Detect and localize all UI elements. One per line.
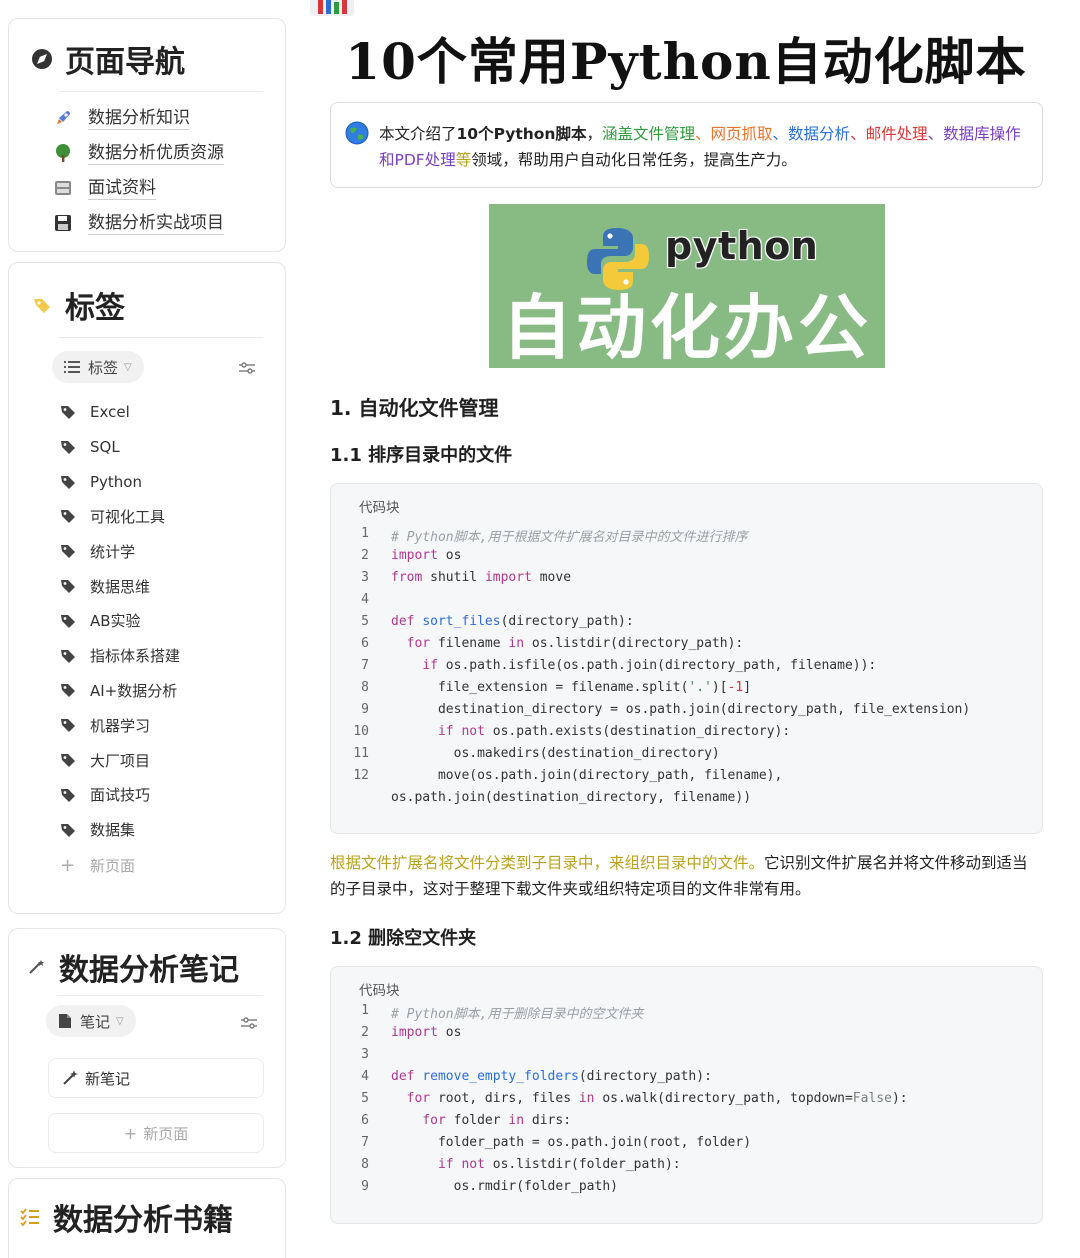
tag-item[interactable]: 面试技巧: [60, 783, 150, 807]
page-title: 10个常用Python自动化脚本: [345, 32, 1027, 91]
rocket-icon: [52, 108, 74, 128]
tag-item[interactable]: 数据集: [60, 818, 135, 842]
tag-item[interactable]: 指标体系搭建: [60, 644, 180, 668]
magic-wand-icon: [23, 958, 49, 976]
tags-title: 标签: [29, 283, 125, 327]
notes-new-page-button[interactable]: + 新页面: [48, 1113, 264, 1153]
nav-item-practical-projects[interactable]: 数据分析实战项目: [52, 211, 224, 235]
code-block-language-label: 代码块: [359, 500, 400, 516]
tag-icon: [60, 404, 80, 420]
tag-item[interactable]: 统计学: [60, 539, 135, 563]
tags-new-page-button[interactable]: + 新页面: [60, 853, 135, 877]
tag-item[interactable]: AI+数据分析: [60, 678, 177, 702]
tag-label: 可视化工具: [90, 507, 166, 526]
tag-label: Python: [90, 472, 142, 491]
globe-icon: [345, 121, 369, 149]
tag-label: AI+数据分析: [90, 681, 178, 700]
tag-icon: [60, 508, 80, 524]
tag-yellow-icon: [29, 295, 55, 315]
chevron-down-icon: ▽: [116, 1015, 124, 1027]
tag-label: Excel: [90, 403, 130, 421]
code-block-remove-empty-folders[interactable]: 代码块 1 # Python脚本,用于删除目录中的空文件夹 2 import o…: [330, 966, 1043, 1224]
tag-icon: [60, 439, 80, 455]
notes-filter-settings-icon[interactable]: [240, 1015, 258, 1031]
chevron-down-icon: ▽: [124, 361, 132, 373]
tag-icon: [60, 578, 80, 594]
nav-item-interview-materials[interactable]: 面试资料: [52, 176, 156, 200]
tag-icon: [60, 787, 80, 803]
tag-item[interactable]: 机器学习: [60, 713, 150, 737]
notes-title: 数据分析笔记: [23, 945, 239, 989]
description-paragraph: 根据文件扩展名将文件分类到子目录中，来组织目录中的文件。它识别文件扩展名并将文件…: [330, 854, 1028, 898]
page-nav-title: 页面导航: [29, 37, 185, 81]
sparkle-wand-icon: [61, 1069, 79, 1087]
tag-label: 机器学习: [90, 716, 151, 735]
notes-view-selector[interactable]: 笔记 ▽: [46, 1005, 136, 1037]
tag-icon: [60, 543, 80, 559]
tag-label: SQL: [90, 437, 120, 456]
plus-icon: +: [60, 854, 76, 876]
section-heading-1: 1. 自动化文件管理: [330, 396, 499, 420]
section-heading-1-1: 1.1 排序目录中的文件: [330, 445, 513, 466]
tag-item[interactable]: 数据思维: [60, 574, 150, 598]
tags-view-selector[interactable]: 标签 ▽: [52, 351, 144, 383]
tag-item[interactable]: AB实验: [60, 609, 141, 633]
section-heading-1-2: 1.2 删除空文件夹: [330, 928, 477, 949]
tag-label: 面试技巧: [90, 786, 151, 805]
summary-text: 本文介绍了10个Python脚本，涵盖文件管理、网页抓取、数据分析、邮件处理、数…: [379, 125, 1021, 169]
tag-item[interactable]: 大厂项目: [60, 748, 150, 772]
list-icon: [64, 360, 80, 374]
tag-item[interactable]: Excel: [60, 400, 130, 424]
tag-icon: [60, 717, 80, 733]
new-note-button[interactable]: 新笔记: [48, 1058, 264, 1098]
tag-icon: [60, 613, 80, 629]
tag-item[interactable]: SQL: [60, 435, 120, 459]
tag-icon: [60, 648, 80, 664]
code-block-sort-files[interactable]: 代码块 1 # Python脚本,用于根据文件扩展名对目录中的文件进行排序 2 …: [330, 483, 1043, 834]
tag-icon: [60, 474, 80, 490]
tag-label: 数据集: [90, 821, 136, 840]
summary-callout: 本文介绍了10个Python脚本，涵盖文件管理、网页抓取、数据分析、邮件处理、数…: [330, 102, 1043, 188]
tag-icon: [60, 682, 80, 698]
nav-item-data-analysis-knowledge[interactable]: 数据分析知识: [52, 106, 190, 130]
tag-label: 指标体系搭建: [90, 647, 181, 666]
code-block-language-label: 代码块: [359, 983, 400, 999]
tag-label: 大厂项目: [90, 751, 151, 770]
tag-icon: [60, 752, 80, 768]
tree-icon: [52, 143, 74, 163]
tag-item[interactable]: Python: [60, 470, 142, 494]
plus-icon: +: [123, 1123, 138, 1143]
bar-chart-icon: [310, 0, 354, 20]
tag-icon: [60, 822, 80, 838]
compass-icon: [29, 48, 55, 70]
document-icon: [58, 1013, 72, 1029]
nav-item-quality-resources[interactable]: 数据分析优质资源: [52, 141, 224, 165]
banner-title-text: 自动化办公: [502, 287, 872, 368]
tag-item[interactable]: 可视化工具: [60, 504, 165, 528]
python-automation-banner-image: python 自动化办公: [489, 204, 885, 368]
cabinet-icon: [52, 179, 74, 197]
checklist-icon: [17, 1208, 43, 1226]
tag-label: AB实验: [90, 612, 141, 631]
books-title: 数据分析书籍: [17, 1195, 233, 1239]
tags-filter-settings-icon[interactable]: [238, 360, 256, 376]
books-card: 数据分析书籍: [8, 1178, 286, 1258]
banner-python-text: python: [665, 224, 819, 268]
tag-label: 数据思维: [90, 577, 151, 596]
floppy-icon: [52, 214, 74, 232]
tag-label: 统计学: [90, 542, 136, 561]
